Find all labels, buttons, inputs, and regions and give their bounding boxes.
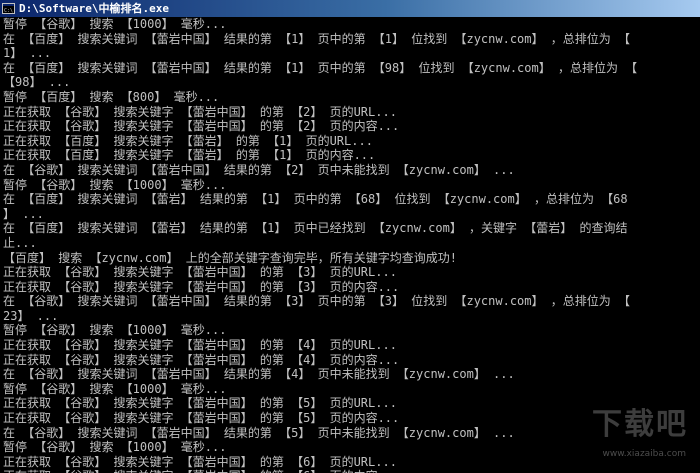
watermark-logo-text: 下载吧 [592,407,688,442]
console-line: 正在获取 【百度】 搜索关键字 【蕾岩】 的第 【1】 页的URL... [3,133,373,148]
watermark: 下载吧 www.xiazaiba.com [572,407,692,467]
console-line: 正在获取 【百度】 搜索关键字 【蕾岩】 的第 【1】 页的内容... [3,148,376,163]
console-line: 【98】 ... [3,75,71,90]
console-line: 暂停 【谷歌】 搜索 【1000】 毫秒... [3,323,227,338]
console-line: 止... [3,235,37,250]
console-line: 在 【谷歌】 搜索关键词 【蕾岩中国】 结果的第 【3】 页中的第 【3】 位找… [3,294,630,309]
console-line: 23】 ... [3,308,59,323]
console-line: 在 【百度】 搜索关键词 【蕾岩中国】 结果的第 【1】 页中的第 【98】 位… [3,60,638,75]
console-line: 暂停 【谷歌】 搜索 【1000】 毫秒... [3,381,227,396]
console-line: 正在获取 【谷歌】 搜索关键字 【蕾岩中国】 的第 【3】 页的内容... [3,279,400,294]
console-line: 正在获取 【谷歌】 搜索关键字 【蕾岩中国】 的第 【2】 页的内容... [3,119,400,134]
console-line: 1】 ... [3,46,52,61]
console-line: 正在获取 【谷歌】 搜索关键字 【蕾岩中国】 的第 【3】 页的URL... [3,265,397,280]
window-title: D:\Software\中榆排名.exe [19,2,169,15]
console-line: 在 【谷歌】 搜索关键词 【蕾岩中国】 结果的第 【2】 页中未能找到 【zyc… [3,162,515,177]
console-line: 暂停 【谷歌】 搜索 【1000】 毫秒... [3,177,227,192]
console-line: 【百度】 搜索 【zycnw.com】 上的全部关键字查询完毕，所有关键字均查询… [3,250,457,265]
console-line: 正在获取 【谷歌】 搜索关键字 【蕾岩中国】 的第 【2】 页的URL... [3,104,397,119]
console-line: 在 【谷歌】 搜索关键词 【蕾岩中国】 结果的第 【4】 页中未能找到 【zyc… [3,367,515,382]
console-line: 在 【百度】 搜索关键词 【蕾岩】 结果的第 【1】 页中的第 【68】 位找到… [3,192,628,207]
console-line: 在 【百度】 搜索关键词 【蕾岩】 结果的第 【1】 页中已经找到 【zycnw… [3,221,628,236]
title-bar[interactable]: C:\ D:\Software\中榆排名.exe [0,0,700,17]
console-line: 正在获取 【谷歌】 搜索关键字 【蕾岩中国】 的第 【6】 页的内容... [3,469,700,473]
console-app-icon[interactable]: C:\ [2,3,15,14]
console-line: 暂停 【百度】 搜索 【800】 毫秒... [3,89,220,104]
console-window: C:\ D:\Software\中榆排名.exe 暂停 【谷歌】 搜索 【100… [0,0,700,473]
console-line: 正在获取 【谷歌】 搜索关键字 【蕾岩中国】 的第 【4】 页的URL... [3,338,397,353]
console-line: 正在获取 【谷歌】 搜索关键字 【蕾岩中国】 的第 【4】 页的内容... [3,352,400,367]
console-line: 在 【百度】 搜索关键词 【蕾岩中国】 结果的第 【1】 页中的第 【1】 位找… [3,31,630,46]
console-line: 】 ... [3,206,44,221]
svg-text:C:\: C:\ [4,8,13,14]
watermark-url: www.xiazaiba.com [602,449,686,459]
console-line: 暂停 【谷歌】 搜索 【1000】 毫秒... [3,17,227,31]
